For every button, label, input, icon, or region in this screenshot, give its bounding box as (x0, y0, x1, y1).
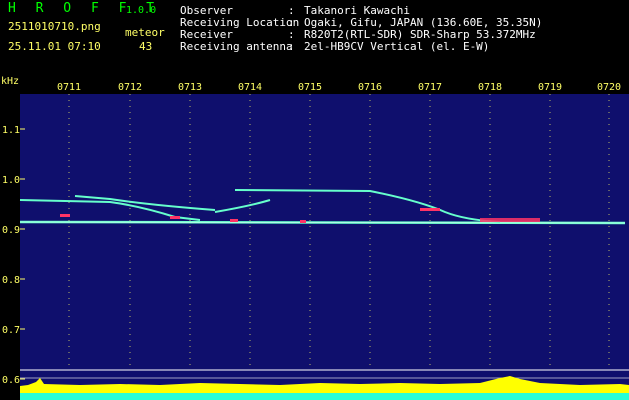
meteor-label: meteor (125, 26, 165, 39)
hotspot (300, 220, 306, 223)
time-tick-label: 0713 (178, 82, 202, 93)
app-version: 1.0.0 (126, 5, 157, 16)
freq-tick-label: 1.0 (2, 175, 20, 186)
freq-tick-label: 1.1 (2, 125, 20, 136)
time-tick-label: 0718 (478, 82, 502, 93)
freq-tick-label: 0.9 (2, 225, 20, 236)
time-tick-label: 0712 (118, 82, 142, 93)
freq-tick-label: 0.7 (2, 325, 20, 336)
time-tick-label: 0711 (57, 82, 81, 93)
time-tick-label: 0720 (597, 82, 621, 93)
hotspot (60, 214, 70, 217)
hotspot (420, 208, 440, 211)
spectrogram-noise (20, 94, 629, 400)
header-panel: H R O F F T 1.0.0 2511010710.png 25.11.0… (0, 0, 629, 76)
freq-tick-label: 0.6 (2, 375, 20, 386)
time-tick-label: 0717 (418, 82, 442, 93)
time-tick-label: 0715 (298, 82, 322, 93)
meteor-count: 43 (139, 40, 153, 53)
hotspot (170, 216, 180, 219)
unit-label: kHz (1, 76, 19, 87)
antenna-sep: : (288, 40, 295, 53)
capture-datetime: 25.11.01 07:10 (8, 40, 101, 53)
time-tick-label: 0716 (358, 82, 382, 93)
spectrogram-plot: kHz 1.1 1.0 0.9 0.8 0.7 0.6 0711 0712 07… (1, 76, 629, 400)
antenna-label: Receiving antenna (180, 40, 293, 53)
freq-tick-label: 0.8 (2, 275, 20, 286)
hotspot (230, 219, 238, 222)
cyan-band (20, 393, 629, 400)
file-name: 2511010710.png (8, 20, 101, 33)
time-tick-label: 0714 (238, 82, 262, 93)
antenna-value: 2el-HB9CV Vertical (el. E-W) (304, 40, 490, 53)
hotspot (480, 218, 540, 222)
time-tick-label: 0719 (538, 82, 562, 93)
time-axis: 0711 0712 0713 0714 0715 0716 0717 0718 … (57, 82, 621, 93)
